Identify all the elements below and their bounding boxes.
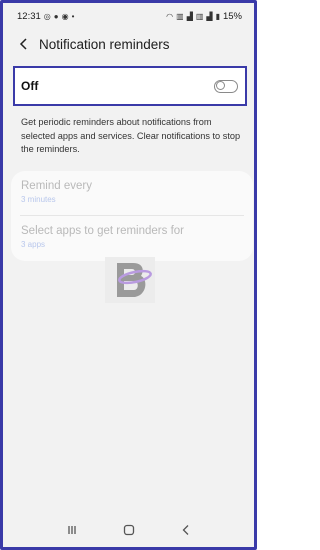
status-bar: 12:31 ◎ ● ◉ • ◠ ▥ ▟ ▥ ▟ ▮ 15% — [3, 3, 254, 29]
volte-icon: ▥ — [176, 11, 184, 21]
master-toggle-switch[interactable] — [214, 79, 238, 93]
remind-every-row[interactable]: Remind every 3 minutes — [11, 180, 253, 204]
hotspot-icon: ◠ — [166, 11, 174, 21]
app-header: Notification reminders — [3, 31, 254, 57]
battery-icon: ▮ — [215, 11, 220, 21]
home-button[interactable] — [118, 519, 140, 541]
back-nav-button[interactable] — [175, 519, 197, 541]
page-title: Notification reminders — [39, 36, 170, 52]
battery-level: 15% — [222, 10, 242, 22]
description-text: Get periodic reminders about notificatio… — [21, 117, 241, 154]
back-nav-icon — [182, 525, 188, 535]
settings-card: Remind every 3 minutes Select apps to ge… — [11, 171, 253, 261]
toggle-state-label: Off — [21, 79, 39, 93]
messenger-icon: ◉ — [61, 11, 69, 21]
more-notifications-icon: • — [71, 11, 75, 21]
whatsapp-icon: ◎ — [43, 11, 51, 21]
remind-every-label: Remind every — [21, 180, 92, 192]
divider — [20, 215, 244, 216]
select-apps-value: 3 apps — [21, 240, 46, 249]
home-icon — [123, 524, 134, 536]
remind-every-value: 3 minutes — [21, 195, 56, 204]
toggle-knob — [216, 81, 225, 90]
status-right: ◠ ▥ ▟ ▥ ▟ ▮ 15% — [166, 11, 242, 22]
select-apps-row[interactable]: Select apps to get reminders for 3 apps — [11, 225, 253, 249]
status-time: 12:31 — [17, 10, 41, 22]
navigation-bar — [3, 513, 254, 547]
status-left: 12:31 ◎ ● ◉ • — [17, 11, 74, 22]
settings-notification-icon: ● — [53, 11, 59, 21]
signal-icon-2: ▟ — [206, 11, 213, 21]
back-button[interactable] — [15, 35, 33, 53]
lte-icon: ▥ — [195, 11, 204, 21]
signal-icon: ▟ — [186, 11, 193, 21]
master-toggle-row[interactable]: Off — [13, 66, 247, 106]
watermark-logo — [105, 257, 155, 303]
select-apps-label: Select apps to get reminders for — [21, 225, 184, 237]
recent-apps-icon — [67, 526, 76, 534]
back-arrow-icon — [19, 38, 27, 50]
recent-apps-button[interactable] — [61, 519, 83, 541]
watermark-b-icon — [105, 257, 155, 303]
phone-screen: 12:31 ◎ ● ◉ • ◠ ▥ ▟ ▥ ▟ ▮ 15% Notificati… — [0, 0, 257, 550]
